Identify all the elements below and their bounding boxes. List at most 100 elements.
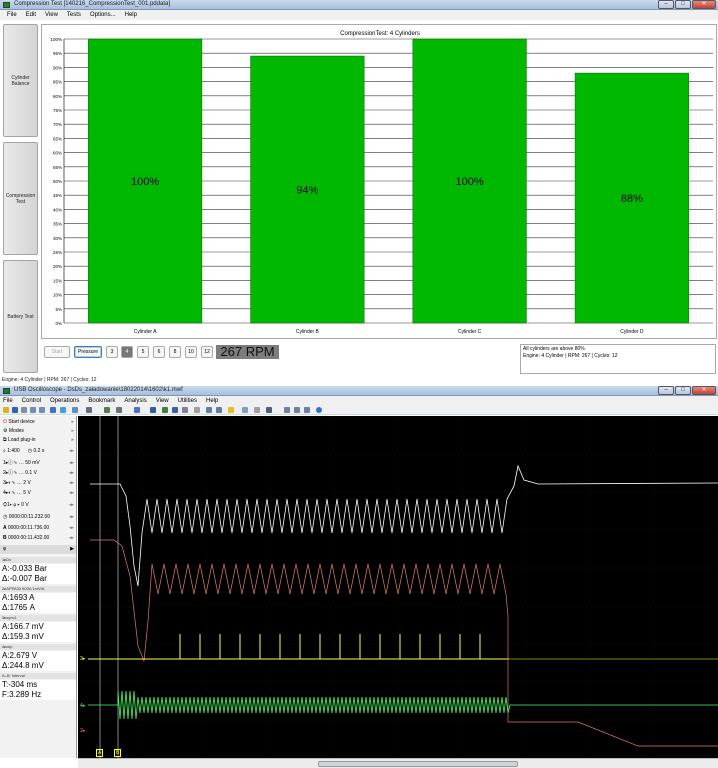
menu-options[interactable]: Options... (90, 12, 116, 18)
zoom-icon[interactable] (72, 407, 78, 413)
scope-menu-utilities[interactable]: Utilities (178, 398, 197, 404)
export-icon[interactable] (206, 407, 212, 413)
window-title: Compression Test [140216_CompressionTest… (14, 1, 170, 7)
cycles-8-button[interactable]: 8 (169, 346, 181, 358)
cursor-a-marker[interactable]: A (96, 749, 104, 757)
menu-view[interactable]: View (45, 12, 58, 18)
open-file-icon[interactable] (3, 407, 9, 413)
measure-icon[interactable] (134, 407, 140, 413)
adjust-arrows-icon[interactable]: ◂▸ (69, 534, 74, 543)
channel-4-marker[interactable]: 4▸ (80, 703, 85, 709)
measure-4-header: 4▸ckp (0, 644, 76, 650)
timebase-row[interactable]: ⌕ 1:400 ◷ 0.2 s ◂▸ (0, 447, 76, 456)
import-icon[interactable] (216, 407, 222, 413)
start-device-item[interactable]: ⏻ Start device ▸ (0, 418, 76, 427)
paste-icon[interactable] (39, 407, 45, 413)
adjust-arrows-icon[interactable]: ◂▸ (69, 459, 74, 468)
channel-2-row[interactable]: 2▸ⓘ∿ … 0.1 V ◂▸ (0, 469, 76, 478)
y-tick-label: 55% (53, 165, 62, 170)
load-plugin-item[interactable]: ⧉ Load plug-in ▸ (0, 436, 76, 445)
phase-label: φ (3, 546, 7, 552)
cursor-icon[interactable] (50, 407, 56, 413)
adjust-arrows-icon[interactable]: ◂▸ (69, 489, 74, 498)
split-icon[interactable] (254, 407, 260, 413)
adjust-arrows-icon[interactable]: ◂▸ (69, 479, 74, 488)
scope-menu-control[interactable]: Control (22, 398, 41, 404)
cycles-5-button[interactable]: 5 (137, 346, 149, 358)
cycles-3-button[interactable]: 3 (106, 346, 118, 358)
oscilloscope-display[interactable]: 3▸ 4▸ 2▸ A B (78, 416, 718, 758)
scope-maximize-icon[interactable]: □ (675, 386, 691, 395)
scope-close-icon[interactable]: ✕ (692, 386, 716, 395)
channel-3-marker[interactable]: 3▸ (80, 656, 85, 662)
minimize-icon[interactable]: – (658, 0, 674, 9)
time-cursor-row[interactable]: ◷ 0000:00:11.232.00 ◂▸ (0, 513, 76, 522)
check-icon[interactable] (162, 407, 168, 413)
scope-menu-analysis[interactable]: Analysis (124, 398, 146, 404)
measure-2-header: 2▸APPA32 600A 1mV/A (0, 586, 76, 592)
phase-row[interactable]: φ ▶ (0, 545, 76, 554)
layout-icon[interactable] (242, 407, 248, 413)
scope-menu-file[interactable]: File (3, 398, 13, 404)
menu-tests[interactable]: Tests (67, 12, 81, 18)
fft-icon[interactable] (172, 407, 178, 413)
tile-icon[interactable] (284, 407, 290, 413)
window-icon[interactable] (266, 407, 272, 413)
filter-icon[interactable] (182, 407, 188, 413)
adjust-arrows-icon[interactable]: ◂▸ (69, 513, 74, 522)
menu-file[interactable]: File (7, 12, 17, 18)
menu-edit[interactable]: Edit (26, 12, 36, 18)
cursor-b-marker[interactable]: B (114, 749, 122, 757)
modes-item[interactable]: ⚙ Modes ▸ (0, 427, 76, 436)
compression-test-button[interactable]: Compression Test (3, 142, 38, 255)
bookmark-icon[interactable] (228, 407, 234, 413)
menu-help[interactable]: Help (125, 12, 137, 18)
save-icon[interactable] (12, 407, 18, 413)
scrollbar-thumb[interactable] (318, 761, 518, 767)
scope-menu-bookmark[interactable]: Bookmark (88, 398, 115, 404)
marker-icon[interactable] (150, 407, 156, 413)
print-icon[interactable] (21, 407, 27, 413)
channel-2-marker[interactable]: 2▸ (80, 728, 85, 734)
cycles-6-button[interactable]: 6 (153, 346, 165, 358)
start-button[interactable]: Start (44, 346, 70, 358)
play-icon[interactable] (60, 407, 66, 413)
channel-3-scale: 2 V (23, 480, 31, 486)
app-icon (3, 2, 10, 8)
cursor-a-row[interactable]: A 0000:00:11.736.00 ◂▸ (0, 524, 76, 533)
undo-icon[interactable] (116, 407, 122, 413)
cylinder-balance-button[interactable]: Cylinder Balance (3, 24, 38, 137)
horizontal-scrollbar[interactable] (78, 758, 718, 768)
adjust-arrows-icon[interactable]: ◂▸ (69, 524, 74, 533)
adjust-arrows-icon[interactable]: ◂▸ (69, 447, 74, 456)
channel-1-row[interactable]: 1▸ⓘ∿ … 50 mV ◂▸ (0, 459, 76, 468)
copy-icon[interactable] (30, 407, 36, 413)
scope-menu-view[interactable]: View (156, 398, 169, 404)
scope-menu-operations[interactable]: Operations (50, 398, 79, 404)
help-icon[interactable] (316, 407, 322, 413)
cycles-4-button[interactable]: 4 (121, 346, 133, 358)
battery-test-button[interactable]: Battery Test (3, 260, 38, 373)
pressure-button[interactable]: Pressure (74, 346, 102, 358)
grid-icon[interactable] (194, 407, 200, 413)
scope-menu-help[interactable]: Help (206, 398, 218, 404)
adjust-arrows-icon[interactable]: ◂▸ (69, 501, 74, 510)
channel-3-row[interactable]: 3▸◐∿ … 2 V ◂▸ (0, 479, 76, 488)
cascade-icon[interactable] (294, 407, 300, 413)
maximize-icon[interactable]: □ (675, 0, 691, 9)
cycles-12-button[interactable]: 12 (201, 346, 213, 358)
trigger-row[interactable]: ⛭1▸ ⚲ ▸ 0 V ◂▸ (0, 501, 76, 510)
close-icon[interactable]: ✕ (692, 0, 716, 9)
list-icon[interactable] (304, 407, 310, 413)
channel-2-trace (90, 539, 718, 747)
play-arrow-icon[interactable]: ▶ (70, 545, 74, 554)
y-tick-label: 20% (53, 264, 62, 269)
channel-select-icon[interactable] (86, 407, 92, 413)
y-tick-label: 40% (53, 207, 62, 212)
arrow-tool-icon[interactable] (104, 407, 110, 413)
cursor-b-row[interactable]: B 0000:00:11.432.00 ◂▸ (0, 534, 76, 543)
adjust-arrows-icon[interactable]: ◂▸ (69, 469, 74, 478)
scope-minimize-icon[interactable]: – (658, 386, 674, 395)
channel-4-row[interactable]: 4▸◐∿ … 5 V ◂▸ (0, 489, 76, 498)
cycles-10-button[interactable]: 10 (185, 346, 197, 358)
